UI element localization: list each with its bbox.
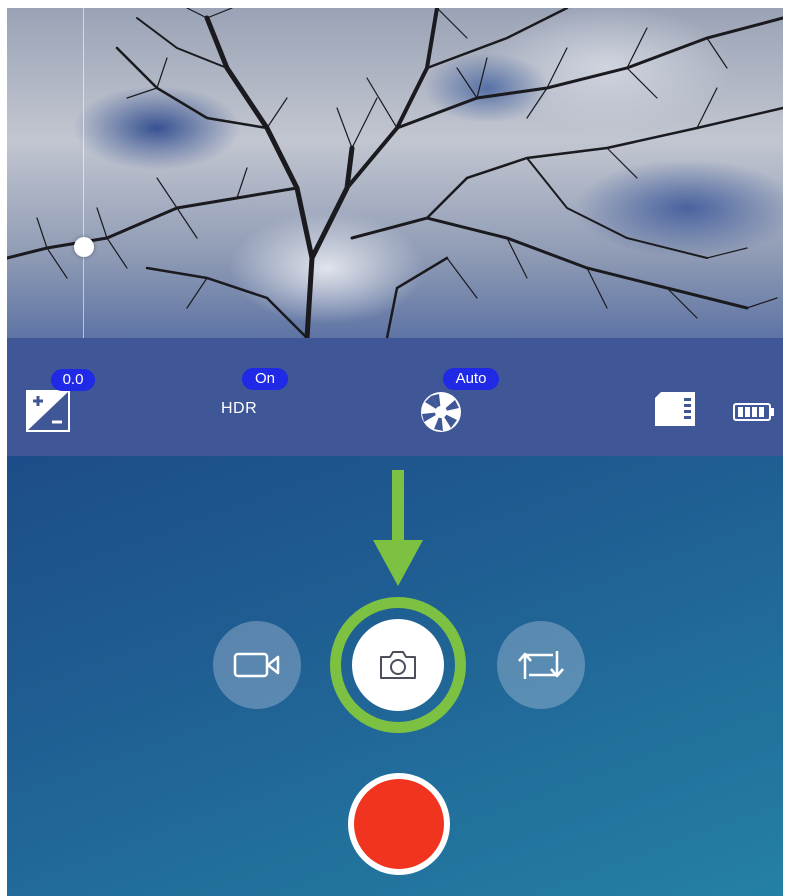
photo-mode-button[interactable] bbox=[352, 619, 444, 711]
exposure-compensation-icon bbox=[26, 390, 70, 432]
camera-screen: 0.0 On HDR Auto bbox=[7, 8, 783, 896]
camera-icon bbox=[380, 651, 416, 679]
tree-branches-image bbox=[7, 8, 783, 338]
switch-camera-button[interactable] bbox=[497, 621, 585, 709]
battery-icon bbox=[733, 403, 774, 421]
aperture-value-badge: Auto bbox=[443, 368, 499, 390]
hdr-label: HDR bbox=[221, 400, 258, 417]
aperture-icon bbox=[421, 392, 461, 432]
exposure-value-badge: 0.0 bbox=[51, 369, 95, 391]
hdr-value-badge: On bbox=[242, 368, 288, 390]
exposure-slider-track[interactable] bbox=[83, 8, 84, 338]
record-button-fill bbox=[354, 779, 444, 869]
camera-viewfinder[interactable] bbox=[7, 8, 783, 338]
photo-mode-highlight-ring bbox=[330, 597, 466, 733]
video-mode-button[interactable] bbox=[213, 621, 301, 709]
settings-bar: 0.0 On HDR Auto bbox=[7, 338, 783, 456]
video-camera-icon bbox=[233, 652, 280, 678]
record-button[interactable] bbox=[348, 773, 450, 875]
switch-camera-icon bbox=[518, 651, 564, 679]
sd-card-icon[interactable] bbox=[653, 390, 697, 428]
arrow-down-icon bbox=[373, 470, 423, 586]
